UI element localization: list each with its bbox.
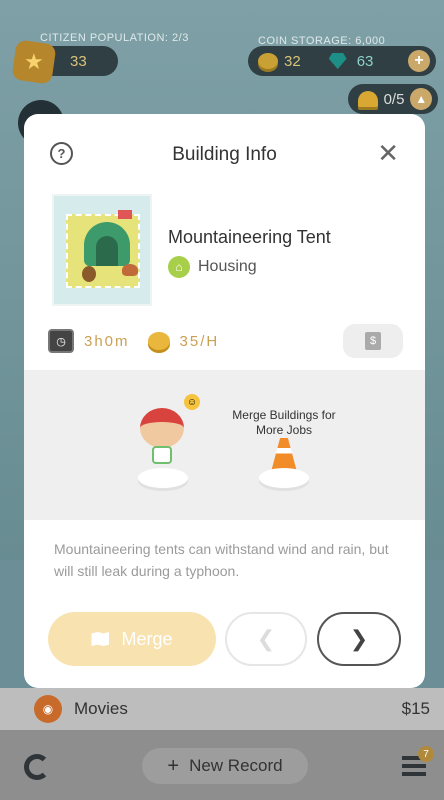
map-icon	[91, 632, 110, 646]
sell-button[interactable]: $	[343, 324, 403, 358]
bottom-bar: + New Record 7	[0, 730, 444, 800]
stats-row: ◷ 3h0m 35/H	[48, 326, 219, 356]
menu-badge: 7	[418, 746, 434, 762]
income-rate: 35/H	[179, 332, 220, 350]
clock-icon: ◷	[48, 329, 74, 353]
merge-panel: ☺ Merge Buildings for More Jobs	[24, 370, 425, 520]
citizen-pedestal	[138, 468, 188, 488]
merge-label: Merge	[121, 628, 173, 649]
level-value: 33	[70, 52, 87, 70]
gem-icon	[328, 53, 347, 69]
modal-title: Building Info	[172, 144, 277, 165]
new-record-label: New Record	[189, 756, 283, 775]
gamepad-icon: ◉	[34, 695, 62, 723]
trash-dollar-icon: $	[365, 332, 381, 350]
building-type: Housing	[198, 258, 257, 275]
traffic-cone-icon	[271, 438, 297, 472]
coin-stack-icon	[147, 332, 170, 350]
currency-pill: 32 63 +	[248, 46, 436, 76]
build-time: 3h0m	[84, 332, 130, 350]
new-record-button[interactable]: + New Record	[142, 748, 308, 784]
merge-hint: Merge Buildings for More Jobs	[232, 408, 336, 437]
flag-graphic	[118, 210, 132, 219]
cone-pedestal	[259, 468, 309, 488]
next-button[interactable]: ❯	[317, 612, 401, 666]
coin-icon	[258, 53, 278, 69]
house-icon: ⌂	[168, 256, 190, 278]
previous-button[interactable]: ❮	[225, 612, 307, 666]
hardhat-value: 0/5	[383, 90, 405, 108]
building-thumbnail	[52, 194, 152, 306]
smile-emoji-icon: ☺	[184, 394, 200, 410]
star-level-icon[interactable]: ★	[11, 39, 57, 85]
add-currency-button[interactable]: +	[408, 50, 430, 72]
list-item[interactable]: ◉ Movies $15	[0, 688, 444, 730]
tent-graphic	[84, 222, 130, 266]
building-info-modal: ? Building Info ✕ Mountaineering Tent ⌂ …	[24, 114, 425, 688]
close-icon[interactable]: ✕	[377, 140, 399, 166]
gem-value: 63	[356, 52, 374, 70]
merge-button[interactable]: Merge	[48, 612, 216, 666]
coin-value: 32	[284, 52, 301, 70]
citizen-body	[152, 446, 172, 464]
plus-icon: +	[167, 754, 180, 777]
citizen-head	[140, 408, 184, 448]
chevron-left-icon: ❮	[256, 626, 276, 651]
building-description: Mountaineering tents can withstand wind …	[54, 541, 389, 579]
upgrade-arrow-button[interactable]: ▲	[410, 88, 432, 110]
list-item-label: Movies	[74, 699, 128, 718]
hardhat-icon	[358, 91, 378, 107]
pie-chart-icon[interactable]	[24, 754, 50, 780]
list-item-amount: $15	[401, 699, 430, 718]
chevron-right-icon: ❯	[349, 626, 369, 651]
building-name: Mountaineering Tent	[168, 227, 331, 247]
population-label: CITIZEN POPULATION: 2/3	[40, 32, 189, 44]
hardhat-pill: 0/5 ▲	[348, 84, 438, 114]
